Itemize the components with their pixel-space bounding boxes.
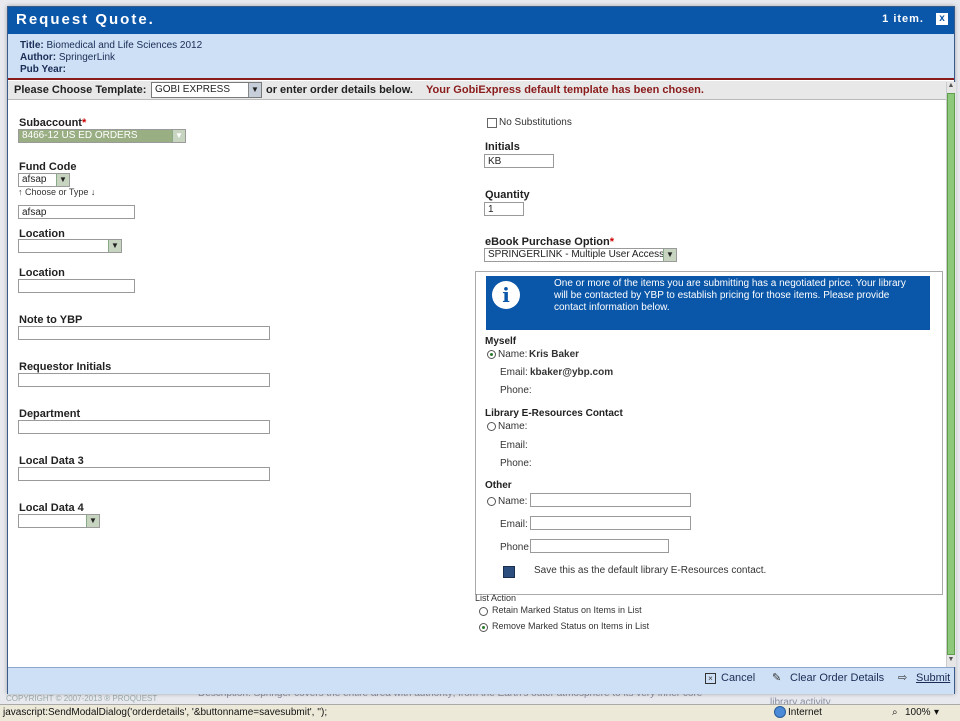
local-data-4-label: Local Data 4 [19,502,84,514]
scroll-down-icon[interactable]: ▼ [947,656,955,666]
chevron-down-icon: ▼ [172,130,185,142]
other-name-label: Name: [498,496,528,507]
subaccount-label: Subaccount* [19,117,87,129]
location-input[interactable] [18,279,135,293]
author-label: Author: [20,52,57,63]
library-contact-radio[interactable] [487,422,496,431]
other-radio[interactable] [487,497,496,506]
zoom-icon: ⌕ [892,707,898,718]
arrow-down-icon: ↓ [90,187,96,197]
myself-email-label: Email: [500,367,528,378]
remove-marked-label: Remove Marked Status on Items in List [492,621,650,631]
chevron-down-icon: ▼ [663,249,676,261]
initials-label: Initials [485,141,520,153]
close-icon[interactable]: x [936,13,948,25]
myself-name-label: Name: [498,349,528,360]
template-message: Your GobiExpress default template has be… [426,84,704,96]
negotiated-price-notice: i One or more of the items you are submi… [486,276,930,330]
other-email-input[interactable] [530,516,691,530]
requestor-initials-input[interactable] [18,373,270,387]
notice-text: One or more of the items you are submitt… [554,278,906,313]
background-copyright: COPYRIGHT © 2007-2013 ® PROQUEST [6,694,158,703]
local-data-3-label: Local Data 3 [19,455,84,467]
other-phone-label: Phone [500,542,529,553]
note-to-ybp-input[interactable] [18,326,270,340]
quantity-label: Quantity [485,189,530,201]
cancel-button[interactable]: Cancel [721,672,755,684]
requestor-initials-label: Requestor Initials [19,361,112,373]
fund-code-input[interactable]: afsap [18,205,135,219]
template-select[interactable]: GOBI EXPRESS ▼ [151,82,262,98]
modal-title: Request Quote. [16,11,155,28]
chevron-down-icon: ▼ [86,515,99,527]
local-data-3-input[interactable] [18,467,270,481]
no-substitutions-label: No Substitutions [499,117,572,128]
items-count: 1 item. [882,13,924,25]
no-substitutions-checkbox[interactable] [487,118,497,128]
list-action-heading: List Action [475,593,517,603]
ebook-purchase-option-label: eBook Purchase Option* [485,236,614,248]
title-value: Biomedical and Life Sciences 2012 [46,40,203,51]
submit-button[interactable]: Submit [916,672,950,684]
close-icon: × [705,673,716,684]
myself-heading: Myself [485,336,517,347]
choose-or-type-hint: ↑ Choose or Type ↓ [18,187,96,197]
chevron-down-icon[interactable]: ▾ [934,707,939,718]
template-label: Please Choose Template: [14,84,147,96]
pubyear-label: Pub Year: [20,64,66,75]
initials-input[interactable]: KB [484,154,554,168]
globe-icon [774,706,786,718]
scroll-up-icon[interactable]: ▲ [947,82,955,92]
modal-footer: × Cancel ✎ Clear Order Details ⇨ Submit [8,667,954,694]
myself-name-value: Kris Baker [529,349,580,360]
other-email-label: Email: [500,519,528,530]
retain-marked-label: Retain Marked Status on Items in List [492,605,642,615]
chevron-down-icon: ▼ [56,174,69,186]
retain-marked-radio[interactable] [479,607,488,616]
local-data-4-select[interactable]: ▼ [18,514,100,528]
library-contact-heading: Library E-Resources Contact [485,408,623,419]
department-input[interactable] [18,420,270,434]
save-icon[interactable] [503,566,515,578]
status-text: javascript:SendModalDialog('orderdetails… [3,707,328,718]
zoom-level[interactable]: 100% [905,707,931,718]
location-select[interactable]: ▼ [18,239,122,253]
request-quote-modal: Request Quote. 1 item. x Title: Biomedic… [7,6,956,694]
library-email-label: Email: [500,440,528,451]
fund-code-label: Fund Code [19,161,77,173]
security-zone: Internet [788,707,822,718]
arrow-right-icon: ⇨ [898,672,908,684]
note-to-ybp-label: Note to YBP [19,314,83,326]
ebook-purchase-option-select[interactable]: SPRINGERLINK - Multiple User Access ▼ [484,248,677,262]
chevron-down-icon: ▼ [248,83,261,97]
fund-code-select[interactable]: afsap ▼ [18,173,70,187]
other-phone-input[interactable] [530,539,669,553]
browser-status-bar: javascript:SendModalDialog('orderdetails… [0,704,960,721]
myself-phone-label: Phone: [500,385,532,396]
author-value: SpringerLink [58,52,116,63]
scrollbar-thumb[interactable] [947,93,955,655]
department-label: Department [19,408,81,420]
info-icon: i [492,281,520,309]
arrow-up-icon: ↑ [18,187,23,197]
myself-email-value: kbaker@ybp.com [530,367,614,378]
title-label: Title: [20,40,44,51]
library-name-label: Name: [498,421,528,432]
eraser-icon: ✎ [772,672,782,684]
chevron-down-icon: ▼ [108,240,121,252]
quantity-input[interactable]: 1 [484,202,524,216]
template-or-text: or enter order details below. [266,84,413,96]
other-name-input[interactable] [530,493,691,507]
library-phone-label: Phone: [500,458,532,469]
myself-radio[interactable] [487,350,496,359]
item-info-panel: Title: Biomedical and Life Sciences 2012… [8,34,954,80]
modal-titlebar: Request Quote. 1 item. x [8,7,954,34]
save-default-label: Save this as the default library E-Resou… [534,565,767,576]
other-heading: Other [485,480,512,491]
location2-label: Location [19,267,65,279]
clear-order-details-button[interactable]: Clear Order Details [790,672,884,684]
template-bar: Please Choose Template: GOBI EXPRESS ▼ or… [8,81,954,100]
subaccount-select[interactable]: 8466-12 US ED ORDERS ▼ [18,129,186,143]
remove-marked-radio[interactable] [479,623,488,632]
